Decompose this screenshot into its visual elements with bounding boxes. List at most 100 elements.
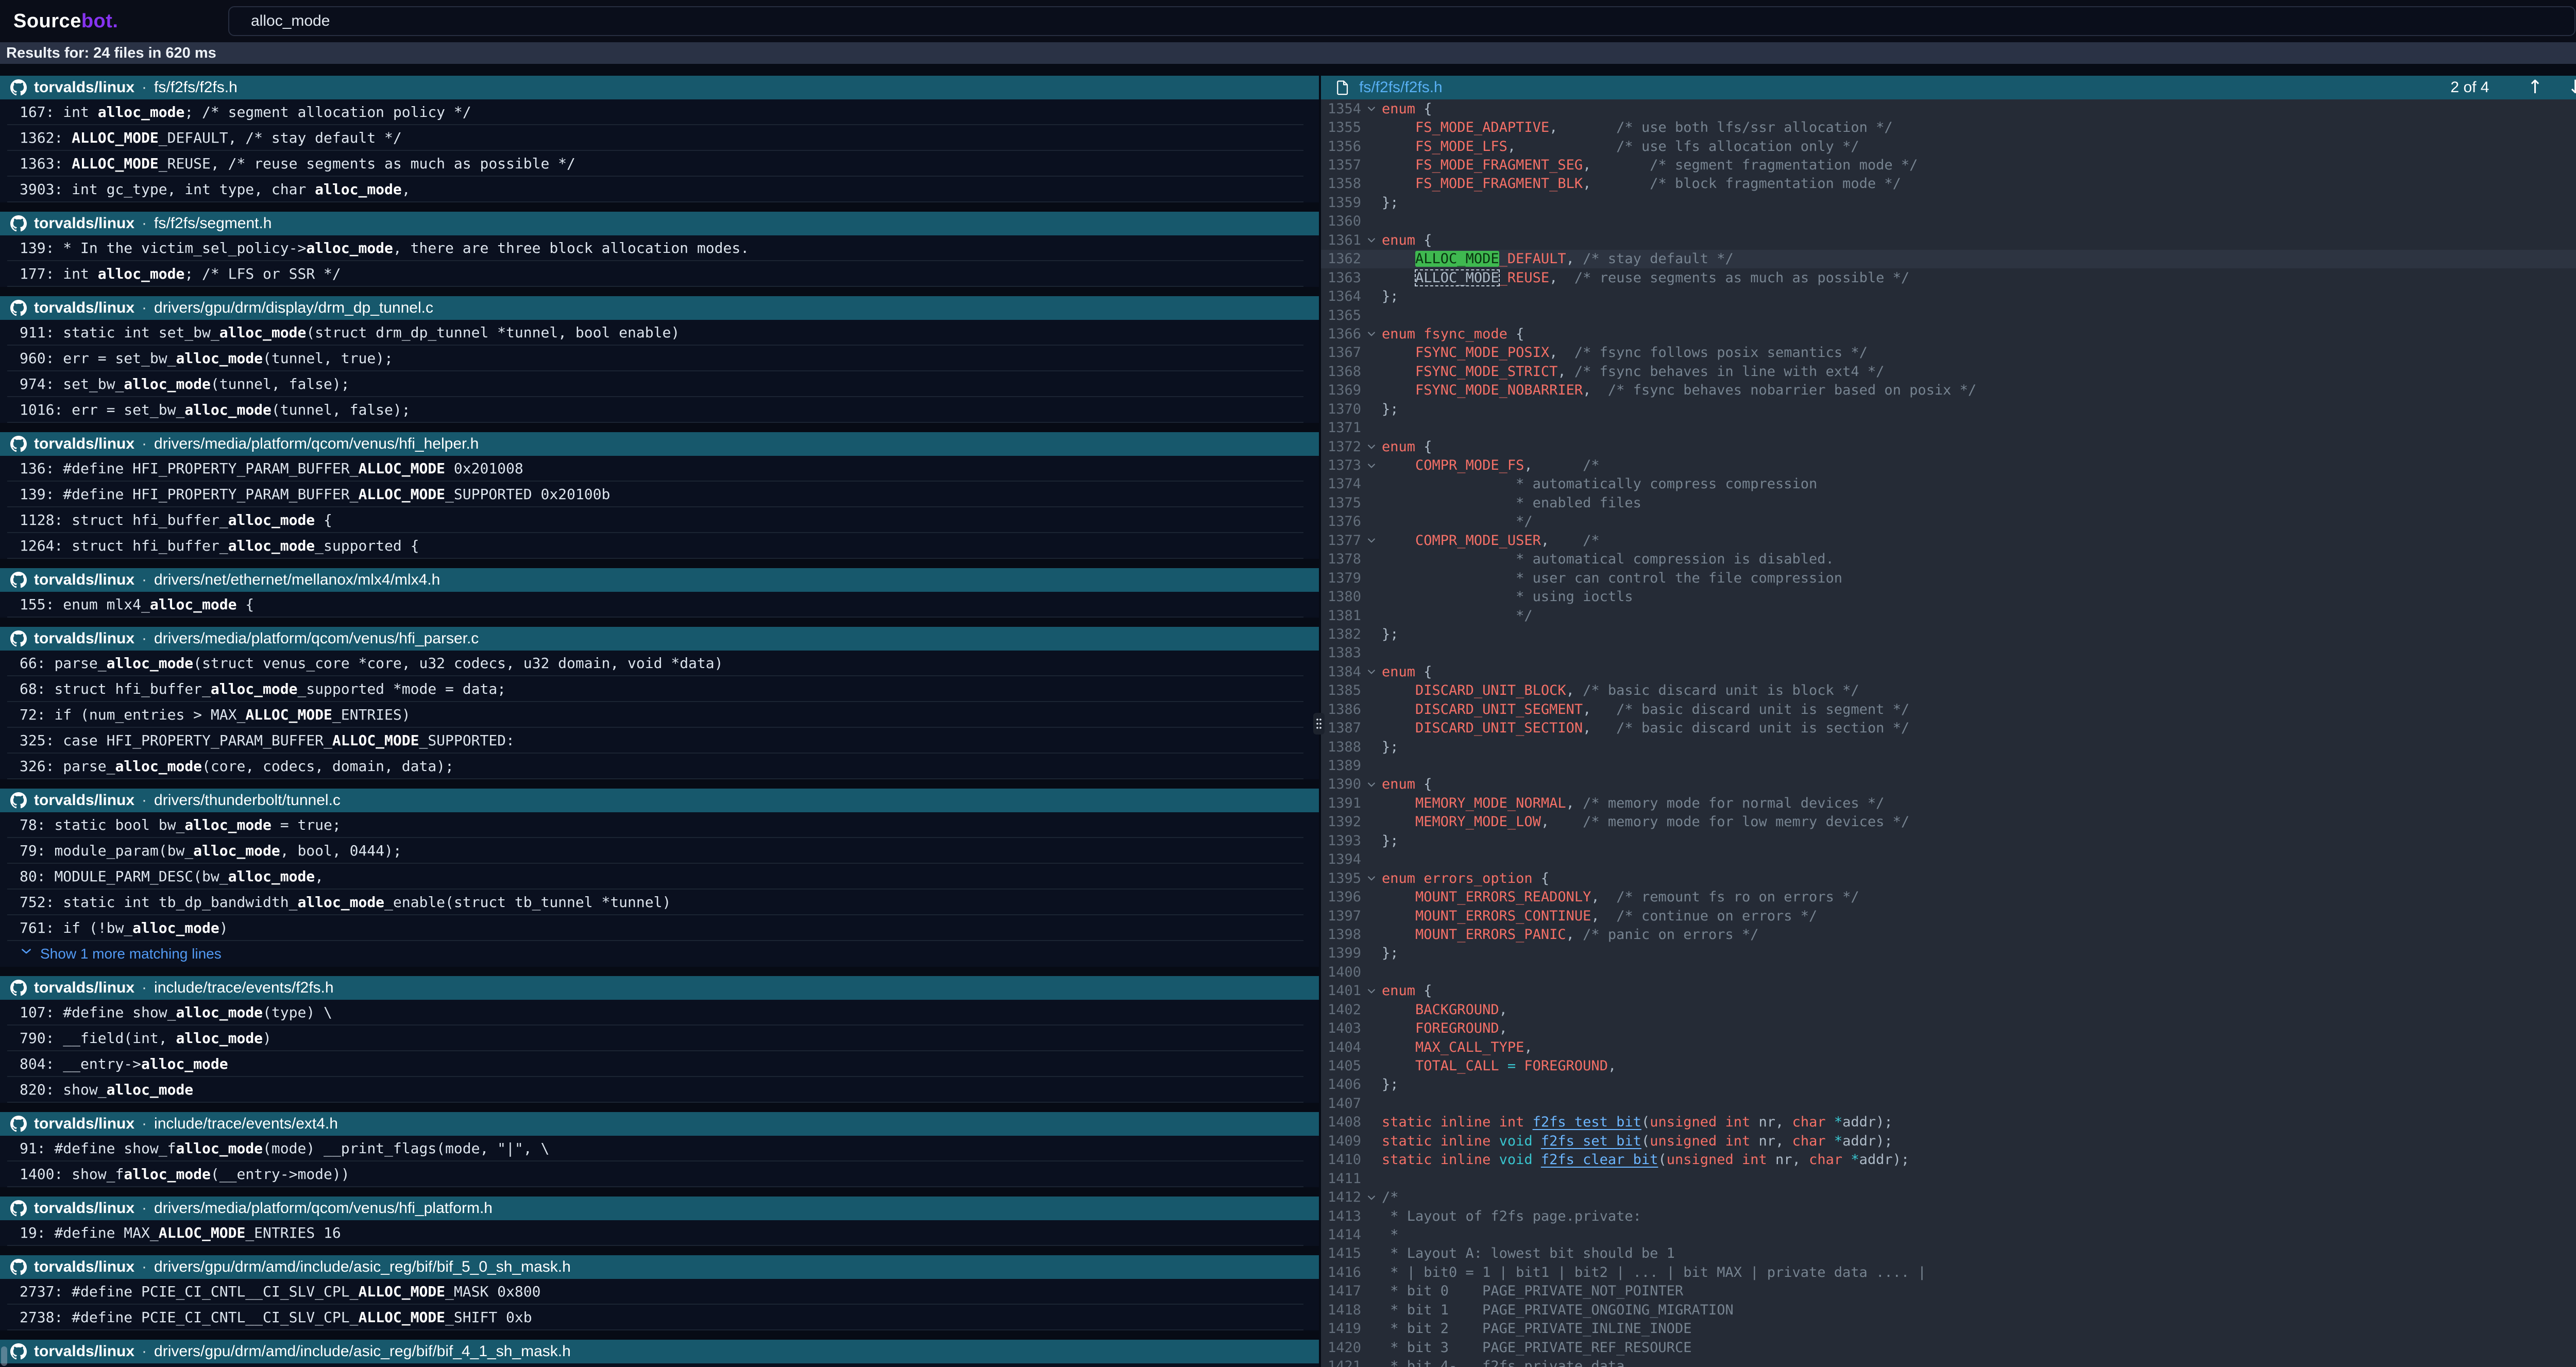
show-more-link[interactable]: Show 1 more matching lines [0,941,1319,967]
line-number[interactable]: 1421 [1321,1358,1361,1367]
line-number[interactable]: 1367 [1321,345,1361,361]
line-number[interactable]: 1361 [1321,232,1361,248]
line-number[interactable]: 1360 [1321,213,1361,229]
match-line[interactable]: 2151: #define PCIE_CI_CNTL__CI_SLV_CPL_A… [0,1363,1319,1367]
line-number[interactable]: 1394 [1321,851,1361,867]
preview-file-path[interactable]: fs/f2fs/f2fs.h [1359,79,1443,96]
line-number[interactable]: 1374 [1321,476,1361,492]
line-number[interactable]: 1362 [1321,251,1361,267]
line-number[interactable]: 1416 [1321,1265,1361,1280]
line-number[interactable]: 1369 [1321,382,1361,398]
line-number[interactable]: 1415 [1321,1245,1361,1261]
match-line[interactable]: 1264: struct hfi_buffer_alloc_mode_suppo… [0,533,1319,559]
line-number[interactable]: 1396 [1321,889,1361,905]
line-number[interactable]: 1391 [1321,795,1361,811]
line-number[interactable]: 1357 [1321,157,1361,173]
fold-chevron-icon[interactable] [1361,460,1382,471]
file-group-header[interactable]: torvalds/linux·include/trace/events/f2fs… [0,976,1319,1000]
line-number[interactable]: 1398 [1321,927,1361,943]
match-line[interactable]: 68: struct hfi_buffer_alloc_mode_support… [0,676,1319,702]
line-number[interactable]: 1417 [1321,1283,1361,1299]
next-match-button[interactable]: ↓ [2568,78,2576,97]
match-line[interactable]: 107: #define show_alloc_mode(type) \ [0,1000,1319,1026]
match-line[interactable]: 761: if (!bw_alloc_mode) [0,915,1319,941]
sourcebot-logo[interactable]: Sourcebot. [13,0,118,42]
line-number[interactable]: 1405 [1321,1058,1361,1074]
line-number[interactable]: 1413 [1321,1208,1361,1224]
file-group-header[interactable]: torvalds/linux·drivers/media/platform/qc… [0,432,1319,456]
line-number[interactable]: 1378 [1321,551,1361,567]
line-number[interactable]: 1402 [1321,1002,1361,1018]
match-line[interactable]: 326: parse_alloc_mode(core, codecs, doma… [0,754,1319,779]
file-group-header[interactable]: torvalds/linux·drivers/net/ethernet/mell… [0,568,1319,592]
file-group-header[interactable]: torvalds/linux·drivers/gpu/drm/amd/inclu… [0,1340,1319,1363]
match-line[interactable]: 91: #define show_falloc_mode(mode) __pri… [0,1136,1319,1161]
line-number[interactable]: 1356 [1321,139,1361,155]
fold-chevron-icon[interactable] [1361,873,1382,883]
line-number[interactable]: 1359 [1321,195,1361,211]
fold-chevron-icon[interactable] [1361,441,1382,452]
line-number[interactable]: 1410 [1321,1152,1361,1168]
fold-chevron-icon[interactable] [1361,667,1382,677]
fold-chevron-icon[interactable] [1361,986,1382,996]
line-number[interactable]: 1372 [1321,439,1361,455]
match-line[interactable]: 79: module_param(bw_alloc_mode, bool, 04… [0,838,1319,864]
line-number[interactable]: 1401 [1321,983,1361,999]
line-number[interactable]: 1388 [1321,739,1361,755]
file-group-header[interactable]: torvalds/linux·drivers/gpu/drm/display/d… [0,296,1319,320]
line-number[interactable]: 1412 [1321,1189,1361,1205]
line-number[interactable]: 1414 [1321,1227,1361,1243]
match-line[interactable]: 19: #define MAX_ALLOC_MODE_ENTRIES 16 [0,1220,1319,1246]
line-number[interactable]: 1406 [1321,1076,1361,1092]
line-number[interactable]: 1370 [1321,401,1361,417]
line-number[interactable]: 1373 [1321,457,1361,473]
line-number[interactable]: 1382 [1321,626,1361,642]
line-number[interactable]: 1392 [1321,814,1361,830]
match-line[interactable]: 1363: ALLOC_MODE_REUSE, /* reuse segment… [0,151,1319,177]
fold-chevron-icon[interactable] [1361,329,1382,339]
match-line[interactable]: 1128: struct hfi_buffer_alloc_mode { [0,507,1319,533]
match-line[interactable]: 974: set_bw_alloc_mode(tunnel, false); [0,371,1319,397]
match-line[interactable]: 80: MODULE_PARM_DESC(bw_alloc_mode, [0,864,1319,890]
line-number[interactable]: 1400 [1321,964,1361,980]
match-line[interactable]: 136: #define HFI_PROPERTY_PARAM_BUFFER_A… [0,456,1319,482]
match-line[interactable]: 139: #define HFI_PROPERTY_PARAM_BUFFER_A… [0,482,1319,507]
line-number[interactable]: 1420 [1321,1340,1361,1356]
match-line[interactable]: 2738: #define PCIE_CI_CNTL__CI_SLV_CPL_A… [0,1305,1319,1330]
line-number[interactable]: 1363 [1321,270,1361,286]
line-number[interactable]: 1384 [1321,664,1361,680]
match-line[interactable]: 139: * In the victim_sel_policy->alloc_m… [0,235,1319,261]
file-group-header[interactable]: torvalds/linux·include/trace/events/ext4… [0,1112,1319,1136]
line-number[interactable]: 1386 [1321,702,1361,717]
match-line[interactable]: 804: __entry->alloc_mode [0,1051,1319,1077]
line-number[interactable]: 1354 [1321,101,1361,117]
file-group-header[interactable]: torvalds/linux·fs/f2fs/f2fs.h [0,76,1319,99]
match-line[interactable]: 1400: show_falloc_mode(__entry->mode)) [0,1161,1319,1187]
line-number[interactable]: 1377 [1321,533,1361,549]
line-number[interactable]: 1419 [1321,1321,1361,1337]
match-line[interactable]: 911: static int set_bw_alloc_mode(struct… [0,320,1319,346]
line-number[interactable]: 1407 [1321,1096,1361,1112]
file-group-header[interactable]: torvalds/linux·fs/f2fs/segment.h [0,212,1319,235]
line-number[interactable]: 1381 [1321,608,1361,624]
file-group-header[interactable]: torvalds/linux·drivers/thunderbolt/tunne… [0,789,1319,812]
line-number[interactable]: 1397 [1321,908,1361,924]
line-number[interactable]: 1390 [1321,776,1361,792]
match-line[interactable]: 177: int alloc_mode; /* LFS or SSR */ [0,261,1319,287]
fold-chevron-icon[interactable] [1361,535,1382,545]
match-line[interactable]: 820: show_alloc_mode [0,1077,1319,1103]
line-number[interactable]: 1368 [1321,364,1361,380]
scrollbar-thumb[interactable] [1,1346,7,1366]
match-line[interactable]: 1016: err = set_bw_alloc_mode(tunnel, fa… [0,397,1319,423]
line-number[interactable]: 1395 [1321,870,1361,886]
line-number[interactable]: 1399 [1321,945,1361,961]
match-line[interactable]: 2737: #define PCIE_CI_CNTL__CI_SLV_CPL_A… [0,1279,1319,1305]
line-number[interactable]: 1379 [1321,570,1361,586]
line-number[interactable]: 1376 [1321,514,1361,529]
match-line[interactable]: 3903: int gc_type, int type, char alloc_… [0,177,1319,202]
line-number[interactable]: 1364 [1321,288,1361,304]
fold-chevron-icon[interactable] [1361,235,1382,245]
match-line[interactable]: 960: err = set_bw_alloc_mode(tunnel, tru… [0,346,1319,371]
line-number[interactable]: 1403 [1321,1020,1361,1036]
match-line[interactable]: 78: static bool bw_alloc_mode = true; [0,812,1319,838]
